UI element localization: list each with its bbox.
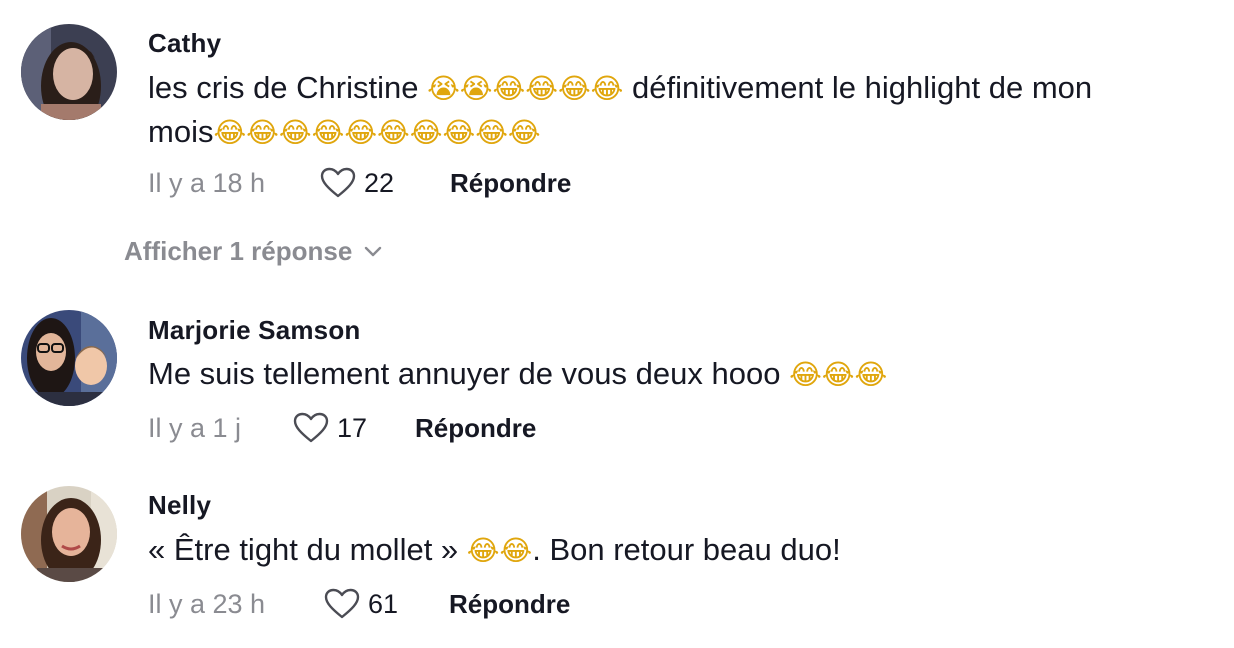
comment-meta: Il y a 18 h 22 Répondre [148,165,571,201]
emoji-group: 😂😂😂 [789,358,888,391]
avatar-nelly-image [21,486,117,582]
like-count: 17 [337,412,368,443]
comment-text-part: définitivement le highlight de mon [623,70,1093,105]
heart-outline-icon [320,167,356,198]
comment-username[interactable]: Nelly [148,490,211,521]
reply-button[interactable]: Répondre [450,168,571,199]
comment-meta: Il y a 23 h 61 Répondre [148,586,570,622]
like-count: 61 [368,588,399,619]
heart-outline-icon [293,412,329,443]
chevron-down-icon [365,246,382,256]
avatar-nelly[interactable] [21,486,117,582]
comment-username[interactable]: Marjorie Samson [148,315,361,346]
emoji-group: 😂😂😂😂😂😂😂😂😂😂 [213,116,541,149]
emoji-group: 😂😂 [466,534,533,567]
reply-button[interactable]: Répondre [449,589,570,620]
comment-text-part: mois [148,114,214,149]
like-count: 22 [364,167,395,198]
comment-text-part: Me suis tellement annuyer de vous deux h… [148,356,790,391]
comment-meta: Il y a 1 j 17 Répondre [148,410,536,446]
comment-text-part: « Être tight du mollet » [148,532,467,567]
comment-text: les cris de Christine 😭😭😂😂😂😂 définitivem… [148,66,1223,154]
avatar-cathy[interactable] [21,24,117,120]
comment-time: Il y a 1 j [148,412,242,443]
like-button[interactable]: 61 [324,588,449,620]
show-replies-label: Afficher 1 réponse [124,236,353,266]
comment-text-part: les cris de Christine [148,70,428,105]
comment-text: Me suis tellement annuyer de vous deux h… [148,352,1223,396]
reply-button[interactable]: Répondre [415,413,536,444]
avatar-cathy-image [21,24,117,120]
comment-text-part: . Bon retour beau duo! [532,532,841,567]
show-replies-button[interactable]: Afficher 1 réponse [124,236,382,267]
heart-outline-icon [324,588,360,619]
emoji-group: 😭😭😂😂😂😂 [427,72,624,105]
comment-time: Il y a 23 h [148,588,266,619]
like-button[interactable]: 22 [320,167,450,199]
comment-text: « Être tight du mollet » 😂😂. Bon retour … [148,528,1223,572]
comment-time: Il y a 18 h [148,167,266,198]
avatar-marjorie-samson[interactable] [21,310,117,406]
comment-username[interactable]: Cathy [148,28,221,59]
avatar-marjorie-samson-image [21,310,117,406]
like-button[interactable]: 17 [293,412,415,444]
